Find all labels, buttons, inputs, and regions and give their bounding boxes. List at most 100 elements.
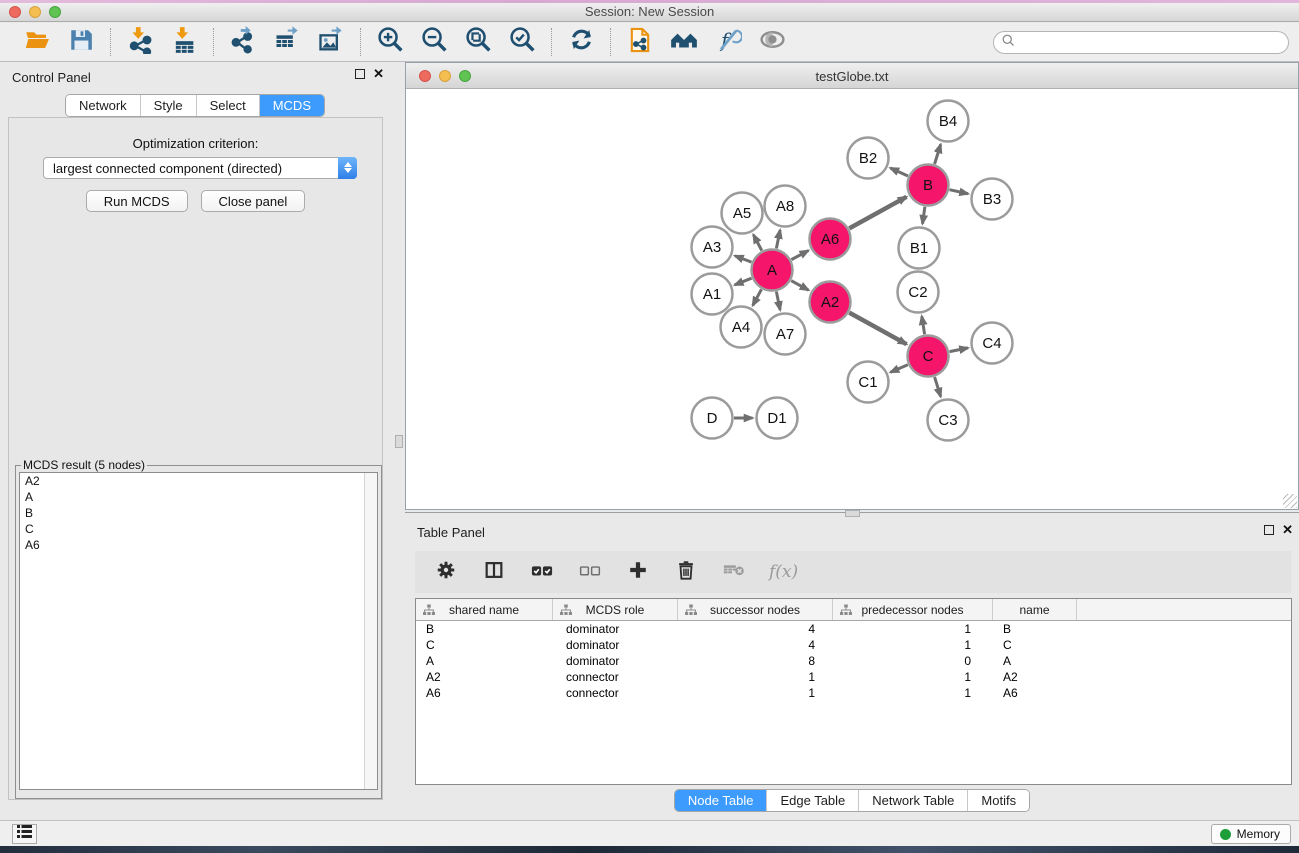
float-panel-icon[interactable] xyxy=(355,69,365,79)
tab-network[interactable]: Network xyxy=(66,95,140,116)
column-header-successor-nodes[interactable]: successor nodes xyxy=(678,599,833,620)
table-cell[interactable]: 1 xyxy=(833,638,993,652)
table-settings-button[interactable] xyxy=(433,559,459,585)
export-image-button[interactable] xyxy=(316,27,346,57)
select-all-columns-button[interactable] xyxy=(529,559,555,585)
export-table-button[interactable] xyxy=(272,27,302,57)
table-cell[interactable]: A6 xyxy=(416,686,553,700)
table-cell[interactable]: C xyxy=(993,638,1077,652)
graph-edge[interactable] xyxy=(935,144,941,164)
add-column-button[interactable] xyxy=(625,559,651,585)
table-cell[interactable]: A2 xyxy=(416,670,553,684)
graph-node[interactable]: A5 xyxy=(722,193,763,234)
graph-edge[interactable] xyxy=(753,289,762,305)
task-history-button[interactable] xyxy=(12,824,37,844)
graph-edge[interactable] xyxy=(935,377,941,397)
graph-edge[interactable] xyxy=(791,281,808,291)
tab-select[interactable]: Select xyxy=(196,95,259,116)
table-cell[interactable]: 1 xyxy=(678,686,833,700)
table-row[interactable]: Cdominator41C xyxy=(416,637,1291,653)
table-cell[interactable]: dominator xyxy=(553,622,678,636)
scrollbar-track[interactable] xyxy=(364,473,377,789)
mcds-result-item[interactable]: C xyxy=(20,521,377,537)
home-button[interactable] xyxy=(669,27,699,57)
tab-motifs[interactable]: Motifs xyxy=(967,790,1029,811)
new-network-from-selection-button[interactable] xyxy=(625,27,655,57)
search-field[interactable] xyxy=(993,31,1289,54)
graph-node[interactable]: C3 xyxy=(928,400,969,441)
table-cell[interactable]: C xyxy=(416,638,553,652)
graph-node[interactable]: C2 xyxy=(898,272,939,313)
graph-edge[interactable] xyxy=(735,256,752,262)
graph-edge[interactable] xyxy=(950,348,968,352)
graph-node[interactable]: D1 xyxy=(757,398,798,439)
graph-edge[interactable] xyxy=(890,365,907,373)
table-cell[interactable]: dominator xyxy=(553,638,678,652)
table-cell[interactable]: 1 xyxy=(833,686,993,700)
table-row[interactable]: Adominator80A xyxy=(416,653,1291,669)
graph-edge[interactable] xyxy=(922,316,925,334)
graph-node[interactable]: C xyxy=(908,336,949,377)
graph-node[interactable]: A1 xyxy=(692,274,733,315)
table-cell[interactable]: 1 xyxy=(833,622,993,636)
delete-columns-button[interactable] xyxy=(673,559,699,585)
graph-node[interactable]: A2 xyxy=(810,282,851,323)
tab-network-table[interactable]: Network Table xyxy=(858,790,967,811)
graph-node[interactable]: A4 xyxy=(721,307,762,348)
column-header-shared-name[interactable]: shared name xyxy=(416,599,553,620)
table-row[interactable]: Bdominator41B xyxy=(416,621,1291,637)
tab-mcds[interactable]: MCDS xyxy=(259,95,324,116)
column-header-mcds-role[interactable]: MCDS role xyxy=(553,599,678,620)
search-input[interactable] xyxy=(1016,34,1288,52)
function-builder-button[interactable]: f(x) xyxy=(769,562,798,582)
horizontal-splitter[interactable] xyxy=(405,510,1299,516)
table-cell[interactable]: 0 xyxy=(833,654,993,668)
graph-node[interactable]: B xyxy=(908,165,949,206)
splitter-handle[interactable] xyxy=(845,510,860,517)
table-cell[interactable]: A6 xyxy=(993,686,1077,700)
graph-node[interactable]: A7 xyxy=(765,314,806,355)
table-cell[interactable]: 1 xyxy=(833,670,993,684)
import-table-button[interactable] xyxy=(169,27,199,57)
unselect-all-columns-button[interactable] xyxy=(577,559,603,585)
table-cell[interactable]: connector xyxy=(553,670,678,684)
graph-node[interactable]: A6 xyxy=(810,219,851,260)
graph-node[interactable]: B4 xyxy=(928,101,969,142)
graph-node[interactable]: B3 xyxy=(972,179,1013,220)
graph-edge[interactable] xyxy=(776,230,780,248)
toggle-visibility-button[interactable] xyxy=(757,27,787,57)
graph-node[interactable]: A xyxy=(752,250,793,291)
save-session-button[interactable] xyxy=(66,27,96,57)
graph-edge[interactable] xyxy=(949,190,968,194)
mcds-result-item[interactable]: A2 xyxy=(20,473,377,489)
mcds-result-item[interactable]: B xyxy=(20,505,377,521)
close-panel-icon[interactable]: ✕ xyxy=(1282,525,1293,535)
apply-layout-button[interactable] xyxy=(566,27,596,57)
optimization-criterion-dropdown[interactable]: largest connected component (directed) xyxy=(43,157,357,179)
export-network-button[interactable] xyxy=(228,27,258,57)
graph-edge[interactable] xyxy=(776,292,780,310)
window-resize-grip[interactable] xyxy=(1283,494,1297,508)
vertical-splitter[interactable] xyxy=(390,62,405,820)
table-cell[interactable]: A xyxy=(993,654,1077,668)
table-cell[interactable]: dominator xyxy=(553,654,678,668)
table-cell[interactable]: 8 xyxy=(678,654,833,668)
graph-node[interactable]: A8 xyxy=(765,186,806,227)
table-cell[interactable]: A2 xyxy=(993,670,1077,684)
tab-node-table[interactable]: Node Table xyxy=(675,790,767,811)
mcds-result-item[interactable]: A6 xyxy=(20,537,377,553)
graph-edge[interactable] xyxy=(753,235,761,251)
tab-style[interactable]: Style xyxy=(140,95,196,116)
table-cell[interactable]: 4 xyxy=(678,622,833,636)
graph-node[interactable]: B1 xyxy=(899,228,940,269)
graph-edge[interactable] xyxy=(849,197,906,229)
column-view-button[interactable] xyxy=(481,559,507,585)
memory-button[interactable]: Memory xyxy=(1211,824,1291,844)
close-panel-button[interactable]: Close panel xyxy=(201,190,306,212)
zoom-in-button[interactable] xyxy=(375,27,405,57)
graphics-details-button[interactable]: f xyxy=(713,27,743,57)
delete-table-button[interactable] xyxy=(721,559,747,585)
table-row[interactable]: A2connector11A2 xyxy=(416,669,1291,685)
graph-node[interactable]: A3 xyxy=(692,227,733,268)
table-row[interactable]: A6connector11A6 xyxy=(416,685,1291,701)
